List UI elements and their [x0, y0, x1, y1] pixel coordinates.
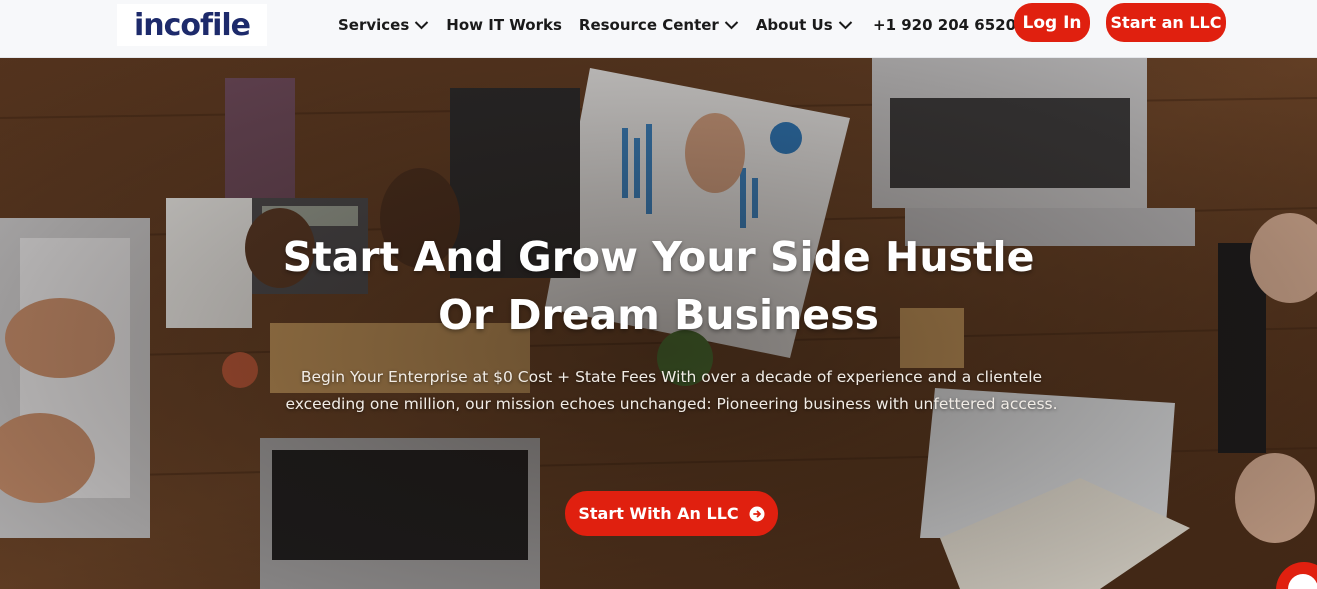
- start-llc-button[interactable]: Start an LLC: [1106, 3, 1226, 42]
- chevron-down-icon: [724, 21, 739, 30]
- brand-logo[interactable]: incofile: [117, 4, 267, 46]
- hero-subtitle: Begin Your Enterprise at $0 Cost + State…: [285, 368, 1058, 413]
- login-button[interactable]: Log In: [1014, 3, 1090, 42]
- nav-item-resource-center[interactable]: Resource Center: [579, 16, 739, 34]
- hero-title-line-2: Or Dream Business: [438, 291, 879, 339]
- nav-item-about-us[interactable]: About Us: [756, 16, 853, 34]
- chevron-down-icon: [415, 21, 429, 30]
- cta-label: Start With An LLC: [578, 504, 739, 523]
- main-nav: Services How IT Works Resource Center Ab…: [338, 0, 853, 50]
- nav-item-how-it-works[interactable]: How IT Works: [446, 16, 562, 34]
- phone-link[interactable]: +1 920 204 6520: [873, 16, 1016, 34]
- nav-item-label: Resource Center: [578, 16, 719, 34]
- nav-item-label: About Us: [755, 16, 833, 34]
- nav-item-label: How IT Works: [446, 16, 562, 34]
- start-with-llc-button[interactable]: Start With An LLC: [565, 491, 778, 536]
- hero-title-line-1: Start And Grow Your Side Hustle: [282, 233, 1035, 281]
- arrow-circle-right-icon: [749, 506, 765, 521]
- chat-icon-inner: [1288, 574, 1317, 589]
- hero-title: Start And Grow Your Side Hustle Or Dream…: [250, 228, 1067, 344]
- chevron-down-icon: [838, 21, 852, 30]
- nav-item-services[interactable]: Services: [338, 16, 429, 34]
- brand-logo-text: incofile: [134, 7, 251, 43]
- nav-item-label: Services: [338, 16, 410, 34]
- hero-section: Start And Grow Your Side Hustle Or Dream…: [0, 58, 1317, 589]
- top-navbar: incofile Services How IT Works Resource …: [0, 0, 1317, 58]
